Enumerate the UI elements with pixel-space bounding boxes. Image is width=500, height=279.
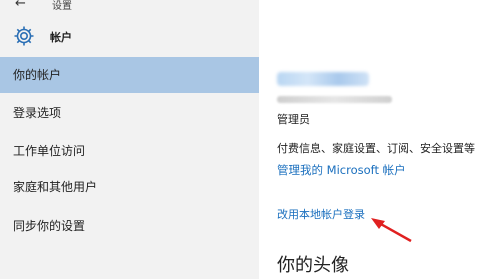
sidebar-item-family-users[interactable]: 家庭和其他用户 (0, 169, 259, 205)
annotation-arrow-icon (371, 218, 412, 243)
sidebar-item-your-account[interactable]: 你的帐户 (0, 57, 259, 93)
sidebar-item-work-access[interactable]: 工作单位访问 (0, 133, 259, 169)
sidebar-item-label: 登录选项 (13, 106, 62, 120)
gear-icon (14, 26, 34, 46)
manage-microsoft-account-link[interactable]: 管理我的 Microsoft 帐户 (277, 162, 406, 178)
blurred-account-name (277, 72, 369, 86)
title-bar: ← 设置 (0, 0, 259, 18)
blurred-account-email (277, 96, 392, 103)
sidebar: ← 设置 帐户 你的帐户 登录选项 工作单位访问 家庭和其他用户 同步你的设置 (0, 0, 259, 279)
account-role: 管理员 (277, 113, 310, 126)
window-title: 设置 (52, 1, 72, 12)
avatar-heading: 你的头像 (277, 255, 349, 276)
back-arrow-icon[interactable]: ← (15, 0, 26, 11)
sidebar-item-sign-in-options[interactable]: 登录选项 (0, 95, 259, 131)
sidebar-item-label: 家庭和其他用户 (13, 180, 98, 194)
sidebar-item-sync-settings[interactable]: 同步你的设置 (0, 208, 259, 244)
billing-description: 付费信息、家庭设置、订阅、安全设置等 (277, 142, 475, 155)
sidebar-item-label: 工作单位访问 (13, 144, 86, 158)
switch-to-local-account-link[interactable]: 改用本地帐户登录 (277, 206, 365, 222)
section-title: 帐户 (50, 31, 72, 44)
sidebar-item-label: 同步你的设置 (13, 219, 86, 233)
sidebar-item-label: 你的帐户 (13, 68, 62, 82)
section-header: 帐户 (0, 22, 259, 50)
